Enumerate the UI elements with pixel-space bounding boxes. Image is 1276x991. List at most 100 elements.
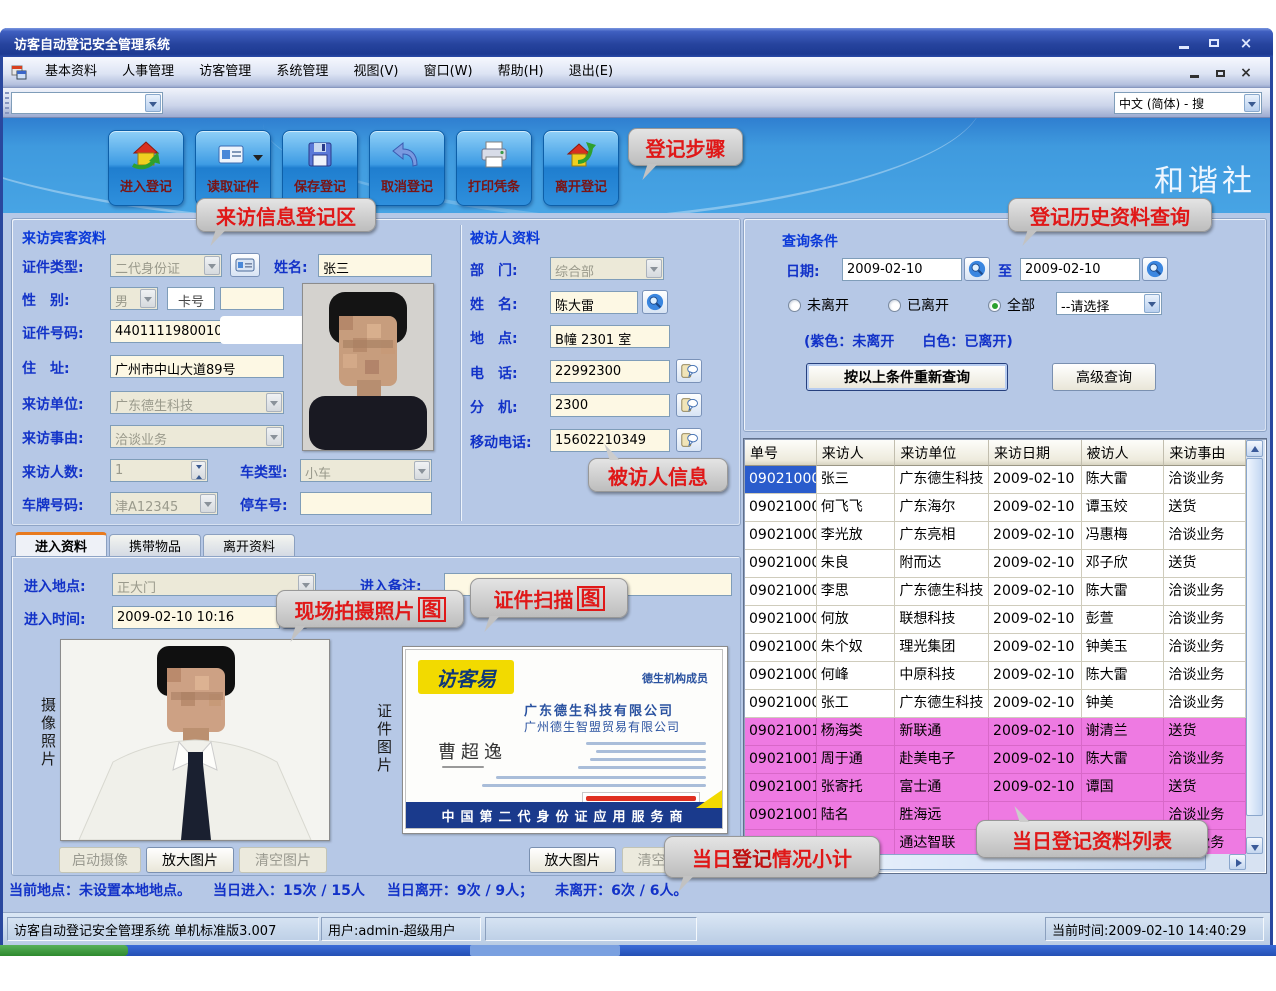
- chevron-down-icon[interactable]: [204, 256, 220, 275]
- table-row[interactable]: 090210007朱个奴理光集团2009-02-10钟美玉洽谈业务: [745, 634, 1246, 662]
- advanced-query-button[interactable]: 高级查询: [1052, 363, 1156, 391]
- print-slip-button[interactable]: 打印凭条: [456, 130, 532, 206]
- zoom-scan-button[interactable]: 放大图片: [529, 847, 616, 873]
- chevron-down-icon[interactable]: [414, 461, 430, 480]
- table-row[interactable]: 090210004朱良附而达2009-02-10邓子欣送货: [745, 550, 1246, 578]
- table-column-header[interactable]: 来访事由: [1164, 440, 1246, 466]
- mdi-close-icon[interactable]: ×: [1236, 65, 1256, 81]
- table-column-header[interactable]: 被访人: [1082, 440, 1165, 466]
- tab-carried-items[interactable]: 携带物品: [109, 534, 201, 556]
- dial-mobile-button[interactable]: [676, 428, 702, 452]
- enter-register-button[interactable]: 进入登记: [108, 130, 184, 206]
- menu-system[interactable]: 系统管理: [266, 57, 338, 87]
- card-no-input[interactable]: [220, 287, 284, 310]
- filter-select[interactable]: --请选择: [1056, 292, 1162, 315]
- leave-register-button[interactable]: 离开登记: [543, 130, 619, 206]
- plate-select[interactable]: 津A12345: [110, 492, 218, 515]
- requery-button[interactable]: 按以上条件重新查询: [806, 363, 1008, 391]
- start-button[interactable]: [0, 945, 128, 956]
- ext-input[interactable]: 2300: [550, 394, 670, 417]
- language-select[interactable]: 中文 (简体) - 搜: [1114, 92, 1262, 114]
- visitee-name-input[interactable]: 陈大雷: [550, 291, 638, 314]
- table-column-header[interactable]: 来访日期: [989, 440, 1082, 466]
- radio-not-left[interactable]: 未离开: [788, 295, 849, 315]
- radio-left[interactable]: 已离开: [888, 295, 949, 315]
- chevron-down-icon[interactable]: [266, 393, 282, 412]
- scroll-right-icon[interactable]: [1229, 854, 1246, 870]
- chevron-down-icon[interactable]: [1144, 294, 1160, 313]
- dial-ext-button[interactable]: [676, 393, 702, 417]
- menu-help[interactable]: 帮助(H): [488, 57, 554, 87]
- start-camera-button[interactable]: 启动摄像: [59, 847, 141, 873]
- menu-exit[interactable]: 退出(E): [559, 57, 623, 87]
- date-from-picker-button[interactable]: [964, 257, 990, 281]
- visit-unit-select[interactable]: 广东德生科技: [110, 391, 284, 414]
- toolbar-grip[interactable]: [5, 92, 9, 114]
- menu-view[interactable]: 视图(V): [343, 57, 408, 87]
- minimize-icon[interactable]: [1173, 34, 1195, 52]
- vscroll-thumb[interactable]: [1246, 458, 1263, 816]
- phone-input[interactable]: 22992300: [550, 360, 670, 383]
- menu-window[interactable]: 窗口(W): [414, 57, 483, 87]
- save-register-button[interactable]: 保存登记: [282, 130, 358, 206]
- tab-entry-info[interactable]: 进入资料: [15, 532, 107, 556]
- visitor-count-stepper[interactable]: 1: [110, 459, 208, 482]
- location-input[interactable]: B幢 2301 室: [550, 325, 670, 348]
- date-to-picker-button[interactable]: [1142, 257, 1168, 281]
- table-column-header[interactable]: 单号: [745, 440, 817, 466]
- vertical-scrollbar[interactable]: [1246, 440, 1265, 854]
- chevron-down-icon[interactable]: [200, 494, 216, 513]
- table-column-header[interactable]: 来访人: [817, 440, 896, 466]
- zoom-camera-photo-button[interactable]: 放大图片: [146, 847, 234, 873]
- address-input[interactable]: 广州市中山大道89号: [110, 355, 284, 378]
- chevron-down-icon[interactable]: [1244, 94, 1260, 112]
- table-row[interactable]: 090210003李光放广东亮相2009-02-10冯惠梅洽谈业务: [745, 522, 1246, 550]
- scroll-up-icon[interactable]: [1246, 440, 1263, 457]
- chevron-down-icon[interactable]: [266, 427, 282, 446]
- dept-select[interactable]: 综合部: [550, 257, 664, 280]
- table-row[interactable]: 090210006何放联想科技2009-02-10彭萱洽谈业务: [745, 606, 1246, 634]
- visitor-name-input[interactable]: 张三: [318, 254, 432, 277]
- cancel-register-button[interactable]: 取消登记: [369, 130, 445, 206]
- menu-visitor[interactable]: 访客管理: [189, 57, 261, 87]
- read-card-button[interactable]: 读取证件: [195, 130, 271, 206]
- radio-all[interactable]: 全部: [988, 295, 1035, 315]
- chevron-down-icon[interactable]: [646, 259, 662, 278]
- tab-leave-info[interactable]: 离开资料: [203, 534, 295, 556]
- chevron-down-icon[interactable]: [140, 289, 156, 308]
- scroll-down-icon[interactable]: [1246, 837, 1263, 854]
- visit-reason-select[interactable]: 洽谈业务: [110, 425, 284, 448]
- entry-time-input[interactable]: 2009-02-10 10:16: [112, 606, 280, 629]
- close-icon[interactable]: ×: [1235, 34, 1257, 52]
- clear-camera-photo-button[interactable]: 清空图片: [239, 847, 327, 873]
- mdi-restore-icon[interactable]: [1210, 65, 1230, 81]
- table-row[interactable]: 090210005李思广东德生科技2009-02-10陈大雷洽谈业务: [745, 578, 1246, 606]
- table-row[interactable]: 090210011周于通赴美电子2009-02-10陈大雷洽谈业务: [745, 746, 1246, 774]
- gender-select[interactable]: 男: [110, 287, 158, 310]
- table-row[interactable]: 090210001张三广东德生科技2009-02-10陈大雷洽谈业务: [745, 466, 1246, 494]
- dial-phone-button[interactable]: [676, 359, 702, 383]
- taskbar-task-button[interactable]: [470, 945, 620, 956]
- mdi-minimize-icon[interactable]: [1184, 65, 1204, 81]
- date-from-input[interactable]: 2009-02-10: [842, 258, 962, 281]
- table-row[interactable]: 090210010杨海类新联通2009-02-10谢清兰送货: [745, 718, 1246, 746]
- quick-combo[interactable]: [11, 92, 163, 114]
- parking-input[interactable]: [300, 492, 432, 515]
- read-id-card-button[interactable]: [230, 253, 260, 277]
- table-column-header[interactable]: 来访单位: [895, 440, 989, 466]
- vehicle-type-select[interactable]: 小车: [300, 459, 432, 482]
- table-row[interactable]: 090210009张工广东德生科技2009-02-10钟美洽谈业务: [745, 690, 1246, 718]
- menu-hr[interactable]: 人事管理: [112, 57, 184, 87]
- cert-type-select[interactable]: 二代身份证: [110, 254, 222, 277]
- title-bar[interactable]: 访客自动登记安全管理系统 ×: [0, 28, 1273, 57]
- chevron-down-icon[interactable]: [145, 94, 161, 112]
- visitee-search-button[interactable]: [642, 290, 668, 314]
- table-row[interactable]: 090210008何峰中原科技2009-02-10陈大雷洽谈业务: [745, 662, 1246, 690]
- restore-icon[interactable]: [1203, 34, 1225, 52]
- date-to-input[interactable]: 2009-02-10: [1020, 258, 1140, 281]
- table-row[interactable]: 090210002何飞飞广东海尔2009-02-10谭玉姣送货: [745, 494, 1246, 522]
- table-row[interactable]: 090210012张寄托富士通2009-02-10谭国送货: [745, 774, 1246, 802]
- taskbar[interactable]: [0, 945, 1276, 956]
- menu-basic[interactable]: 基本资料: [35, 57, 107, 87]
- spinner-arrows-icon[interactable]: [191, 461, 206, 480]
